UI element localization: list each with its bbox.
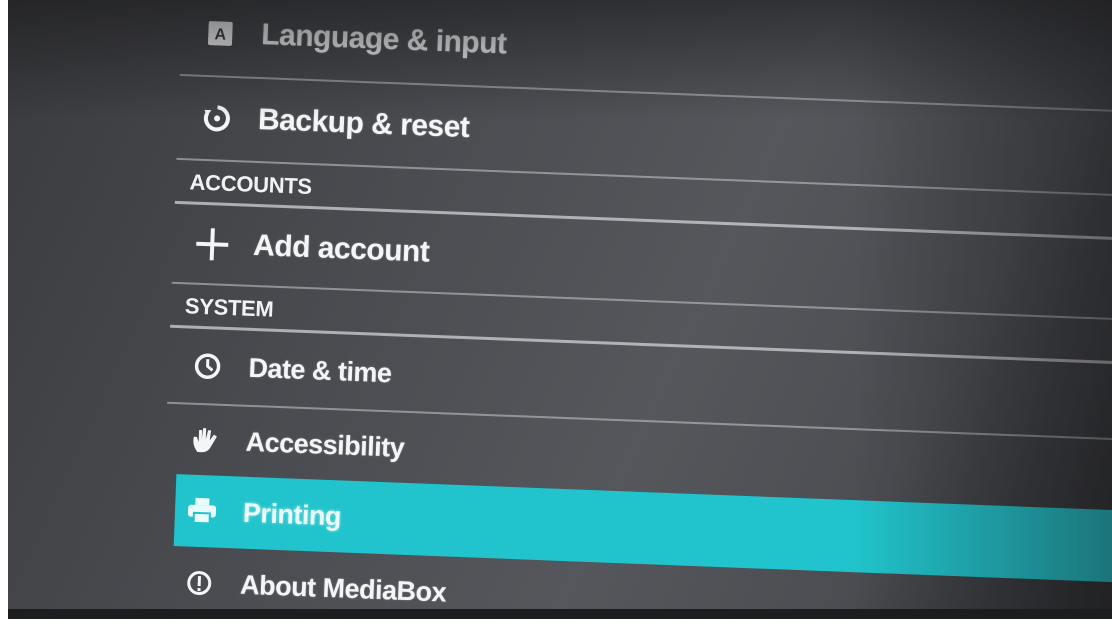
plus-icon — [195, 227, 230, 262]
settings-item-label: Date & time — [247, 352, 393, 388]
settings-item-label: Backup & reset — [257, 102, 471, 145]
settings-item-label: Language & input — [260, 18, 508, 61]
backup-icon — [199, 101, 234, 136]
section-header-label: SYSTEM — [184, 293, 274, 322]
settings-item-label: Add account — [252, 228, 430, 269]
settings-item-label: Accessibility — [245, 426, 405, 463]
clock-icon — [190, 349, 225, 384]
section-header-label: ACCOUNTS — [189, 169, 313, 200]
settings-screen: A Language & input Backup & reset ACCOUN… — [8, 0, 1112, 619]
hand-icon — [187, 423, 222, 458]
settings-list: A Language & input Backup & reset ACCOUN… — [159, 0, 1112, 619]
settings-item-label: About MediaBox — [239, 569, 447, 608]
info-icon — [182, 565, 217, 600]
printer-icon — [184, 493, 219, 528]
settings-item-label: Printing — [242, 497, 342, 531]
svg-text:A: A — [214, 26, 227, 43]
screen-bezel — [8, 609, 1112, 619]
language-icon: A — [203, 16, 238, 51]
